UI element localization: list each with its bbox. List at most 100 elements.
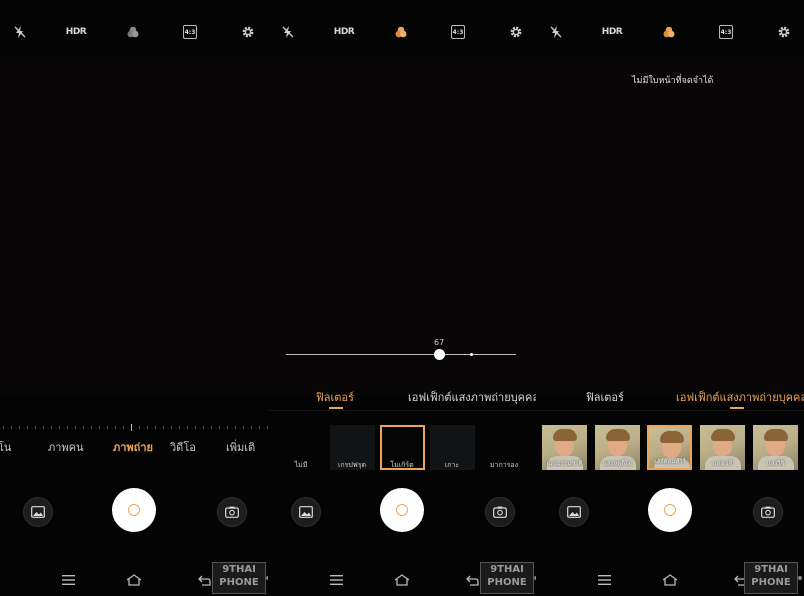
watermark-dot bbox=[798, 576, 802, 580]
aspect-ratio-label: 4:3 bbox=[451, 25, 465, 39]
effect-label: แสงคอนทัวร์ bbox=[653, 458, 686, 465]
mode-photo[interactable]: ภาพถ่าย bbox=[113, 438, 153, 456]
mode-video[interactable]: วิดีโอ bbox=[170, 438, 196, 456]
viewfinder[interactable] bbox=[536, 55, 804, 395]
filter-circles-icon[interactable] bbox=[389, 20, 413, 44]
mode-ticks bbox=[0, 424, 268, 431]
aspect-ratio-label: 4:3 bbox=[183, 25, 197, 39]
tab-filter[interactable]: ฟิลเตอร์ bbox=[316, 388, 354, 406]
filter-circles-icon[interactable] bbox=[121, 20, 145, 44]
aspect-ratio-button[interactable]: 4:3 bbox=[178, 20, 202, 44]
shutter-button[interactable] bbox=[380, 488, 424, 532]
gallery-button[interactable] bbox=[559, 497, 589, 527]
gallery-button[interactable] bbox=[291, 497, 321, 527]
hdr-button[interactable]: HDR bbox=[332, 20, 356, 44]
gallery-icon bbox=[567, 506, 581, 518]
filter-intensity-slider[interactable] bbox=[286, 354, 516, 355]
effect-thumb-contour[interactable]: แสงคอนทัวร์ bbox=[647, 425, 692, 470]
tab-portrait-lighting[interactable]: เอฟเฟ็กต์แสงภาพถ่ายบุคคล bbox=[408, 388, 536, 406]
viewfinder[interactable] bbox=[268, 55, 536, 395]
switch-camera-button[interactable] bbox=[217, 497, 247, 527]
camera-screen-filter-mode: HDR 4:3 67 ฟิลเตอร์ เอฟเฟ็กต์แสงภาพถ่ายบ… bbox=[268, 0, 536, 596]
mode-selector[interactable]: โน ภาพคน ภาพถ่าย วิดีโอ เพิ่มเติ bbox=[0, 438, 268, 456]
gallery-icon bbox=[31, 506, 45, 518]
menu-icon[interactable] bbox=[328, 572, 344, 588]
no-face-toast: ไม่มีใบหน้าที่จดจำได้ bbox=[632, 76, 714, 86]
mode-tick bbox=[11, 426, 12, 429]
mode-tick bbox=[67, 426, 68, 429]
mode-tick bbox=[27, 426, 28, 429]
gallery-button[interactable] bbox=[23, 497, 53, 527]
watermark: 9THAI PHONE bbox=[744, 562, 798, 594]
mode-portrait[interactable]: ภาพคน bbox=[48, 438, 84, 456]
mode-tick bbox=[243, 426, 244, 429]
mode-tick bbox=[139, 426, 140, 429]
watermark-line2: PHONE bbox=[751, 577, 791, 588]
shutter-button[interactable] bbox=[112, 488, 156, 532]
mode-night[interactable]: โน bbox=[0, 438, 11, 456]
hdr-button[interactable]: HDR bbox=[600, 20, 624, 44]
flash-off-icon[interactable] bbox=[544, 20, 568, 44]
aspect-ratio-button[interactable]: 4:3 bbox=[446, 20, 470, 44]
effect-label: แสงเวที bbox=[712, 460, 733, 467]
switch-camera-button[interactable] bbox=[485, 497, 515, 527]
mode-tick bbox=[203, 426, 204, 429]
mode-tick bbox=[131, 424, 132, 431]
mode-tick bbox=[211, 426, 212, 429]
switch-camera-icon bbox=[225, 506, 239, 518]
aspect-ratio-button[interactable]: 4:3 bbox=[714, 20, 738, 44]
effect-thumb-vivid[interactable]: แสงวิจิ bbox=[753, 425, 798, 470]
filter-circles-icon[interactable] bbox=[657, 20, 681, 44]
effect-thumb-stage[interactable]: แสงเวที bbox=[700, 425, 745, 470]
mode-tick bbox=[163, 426, 164, 429]
menu-icon[interactable] bbox=[596, 572, 612, 588]
effect-thumb-natural[interactable]: แสงธรรมชาติ bbox=[542, 425, 587, 470]
filter-intensity-handle[interactable] bbox=[434, 349, 445, 360]
back-icon[interactable] bbox=[464, 572, 480, 588]
top-toolbar: HDR 4:3 bbox=[268, 20, 536, 44]
mode-tick bbox=[227, 426, 228, 429]
viewfinder[interactable] bbox=[0, 55, 268, 395]
home-icon[interactable] bbox=[126, 572, 142, 588]
hdr-button[interactable]: HDR bbox=[64, 20, 88, 44]
mode-tick bbox=[219, 426, 220, 429]
watermark-line1: 9THAI bbox=[222, 564, 256, 575]
watermark-line1: 9THAI bbox=[754, 564, 788, 575]
top-toolbar: HDR 4:3 bbox=[0, 20, 268, 44]
aspect-ratio-label: 4:3 bbox=[719, 25, 733, 39]
tab-filter[interactable]: ฟิลเตอร์ bbox=[586, 388, 624, 406]
flash-off-icon[interactable] bbox=[8, 20, 32, 44]
mode-tick bbox=[3, 426, 4, 429]
switch-camera-button[interactable] bbox=[753, 497, 783, 527]
mode-tick bbox=[123, 426, 124, 429]
home-icon[interactable] bbox=[662, 572, 678, 588]
watermark: 9THAI PHONE bbox=[212, 562, 266, 594]
shutter-button[interactable] bbox=[648, 488, 692, 532]
mode-tick bbox=[187, 426, 188, 429]
gear-icon[interactable] bbox=[772, 20, 796, 44]
mode-tick bbox=[99, 426, 100, 429]
filter-tabs: ฟิลเตอร์ เอฟเฟ็กต์แสงภาพถ่ายบุคคล bbox=[536, 388, 804, 410]
filter-label: มาการอง bbox=[489, 461, 519, 469]
back-icon[interactable] bbox=[196, 572, 212, 588]
mode-more[interactable]: เพิ่มเติ bbox=[226, 438, 255, 456]
mode-tick bbox=[171, 426, 172, 429]
filter-default-marker bbox=[470, 353, 473, 356]
tab-portrait-lighting[interactable]: เอฟเฟ็กต์แสงภาพถ่ายบุคคล bbox=[676, 388, 804, 406]
mode-tick bbox=[51, 426, 52, 429]
effect-label: แสงธรรมชาติ bbox=[546, 460, 583, 467]
flash-off-icon[interactable] bbox=[276, 20, 300, 44]
home-icon[interactable] bbox=[394, 572, 410, 588]
mode-tick bbox=[195, 426, 196, 429]
mode-tick bbox=[235, 426, 236, 429]
mode-tick bbox=[155, 426, 156, 429]
effect-thumb-studio[interactable]: แสงสตูดิโอ bbox=[595, 425, 640, 470]
camera-screen-photo-mode: HDR 4:3 โน ภาพคน ภาพถ่าย วิดีโอ เพิ่มเติ… bbox=[0, 0, 268, 596]
menu-icon[interactable] bbox=[60, 572, 76, 588]
switch-camera-icon bbox=[761, 506, 775, 518]
mode-tick bbox=[19, 426, 20, 429]
mode-tick bbox=[251, 426, 252, 429]
gear-icon[interactable] bbox=[236, 20, 260, 44]
tabs-divider bbox=[268, 410, 536, 411]
gear-icon[interactable] bbox=[504, 20, 528, 44]
